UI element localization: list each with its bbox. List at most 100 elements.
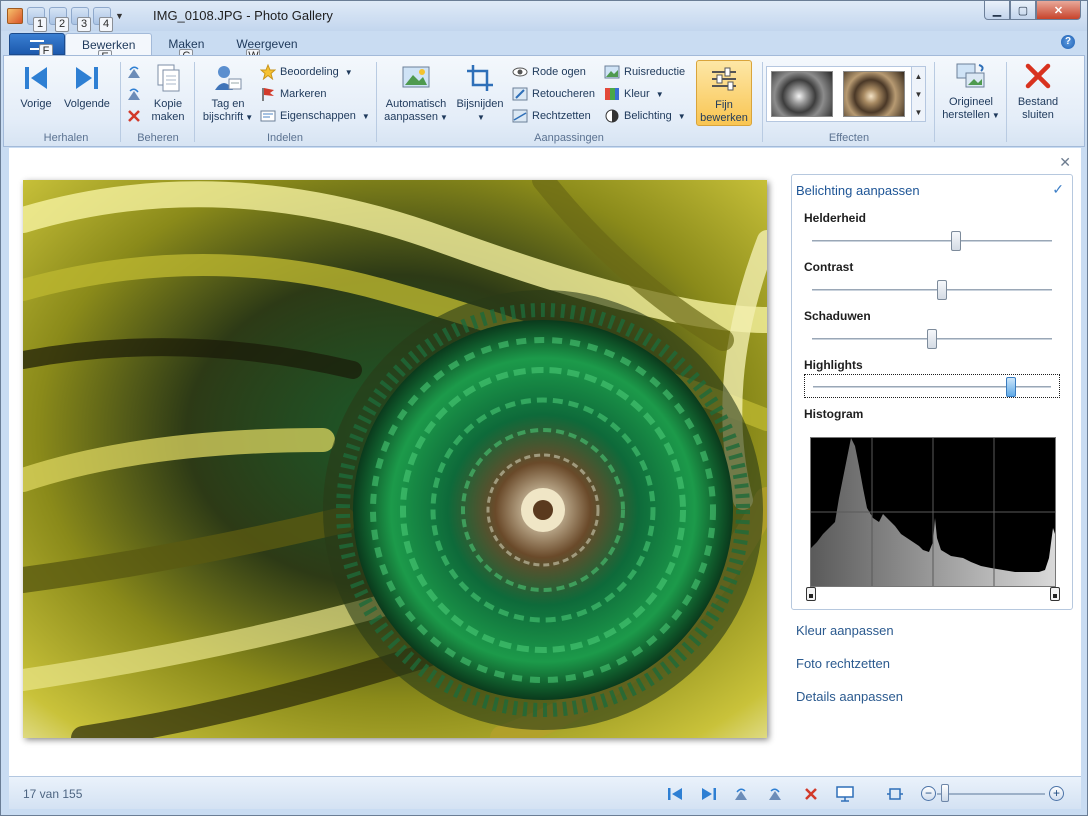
effect-sepia-thumbnail[interactable] bbox=[843, 71, 905, 117]
kopie-label-2: maken bbox=[151, 111, 185, 123]
photo-gallery-window: 1 2 3 4 ▼ IMG_0108.JPG - Photo Gallery ▁… bbox=[0, 0, 1088, 816]
delete-button[interactable] bbox=[126, 106, 142, 126]
delete-icon bbox=[126, 108, 142, 124]
volgende-button[interactable]: Volgende bbox=[60, 62, 114, 111]
group-label-indelen: Indelen bbox=[266, 132, 304, 144]
beoordeling-button[interactable]: Beoordeling ▼ bbox=[260, 62, 353, 82]
status-bar: 17 van 155 − + bbox=[9, 776, 1081, 809]
next-icon bbox=[71, 62, 103, 94]
gallery-expand-icon[interactable]: ▼ bbox=[915, 108, 923, 117]
rotate-right-icon bbox=[126, 86, 142, 102]
rotate-left-icon[interactable] bbox=[731, 784, 751, 804]
next-icon[interactable] bbox=[699, 784, 719, 804]
automatisch-aanpassen-button[interactable]: Automatisch aanpassen ▼ bbox=[382, 62, 450, 124]
scroll-up-icon[interactable]: ▲ bbox=[915, 72, 923, 81]
application-menu-button[interactable]: F bbox=[9, 33, 65, 59]
photo-viewer-image[interactable] bbox=[23, 180, 767, 738]
retoucheren-button[interactable]: Retoucheren bbox=[512, 84, 595, 104]
photo-position-text: 17 van 155 bbox=[23, 787, 83, 801]
auto-adjust-icon bbox=[400, 62, 432, 94]
zoom-slider-thumb[interactable] bbox=[941, 784, 949, 802]
tab-maken[interactable]: Maken C bbox=[152, 33, 220, 64]
zoom-slider-track[interactable] bbox=[937, 793, 1045, 795]
kleur-aanpassen-link[interactable]: Kleur aanpassen bbox=[796, 623, 894, 638]
bijsnijden-label: Bijsnijden bbox=[456, 98, 504, 110]
group-label-herhalen: Herhalen bbox=[43, 132, 89, 144]
kleur-button[interactable]: Kleur ▼ bbox=[604, 84, 664, 104]
delete-icon[interactable] bbox=[801, 784, 821, 804]
flag-icon bbox=[260, 86, 276, 102]
panel-title[interactable]: Belichting aanpassen bbox=[796, 183, 920, 198]
bijsnijden-button[interactable]: Bijsnijden ▼ bbox=[452, 62, 508, 124]
keytip-1: 1 bbox=[33, 17, 47, 32]
schaduwen-slider[interactable] bbox=[804, 327, 1060, 351]
slider-thumb[interactable] bbox=[1005, 377, 1016, 397]
zoom-in-icon[interactable]: + bbox=[1049, 786, 1064, 801]
group-beheren: Kopie maken Beheren bbox=[122, 58, 194, 146]
qat-button-4[interactable]: 4 bbox=[93, 7, 113, 32]
ruisreductie-button[interactable]: Ruisreductie bbox=[604, 62, 685, 82]
help-icon[interactable]: ? bbox=[1061, 35, 1075, 49]
tab-bewerken[interactable]: Bewerken E bbox=[65, 33, 153, 65]
close-icon[interactable]: ✕ bbox=[1036, 1, 1081, 20]
dropdown-arrow-icon: ▼ bbox=[477, 113, 485, 122]
group-indelen: Tag en bijschrift ▼ Beoordeling ▼ Markeren… bbox=[196, 58, 374, 146]
fijn-bewerken-button[interactable]: Fijn bewerken bbox=[696, 60, 752, 126]
highlights-slider[interactable] bbox=[804, 374, 1060, 398]
qat-button-2[interactable]: 2 bbox=[49, 7, 69, 32]
star-icon bbox=[260, 64, 276, 80]
rotate-left-button[interactable] bbox=[126, 62, 142, 82]
foto-rechtzetten-link[interactable]: Foto rechtzetten bbox=[796, 656, 890, 671]
properties-icon bbox=[260, 108, 276, 124]
zoom-out-icon[interactable]: − bbox=[921, 786, 936, 801]
actual-size-icon[interactable] bbox=[885, 784, 905, 804]
markeren-button[interactable]: Markeren bbox=[260, 84, 326, 104]
slideshow-icon[interactable] bbox=[835, 784, 855, 804]
qat-button-3[interactable]: 3 bbox=[71, 7, 91, 32]
maximize-icon[interactable]: ▢ bbox=[1010, 1, 1036, 20]
histogram-chart bbox=[810, 437, 1056, 587]
histogram-label: Histogram bbox=[804, 407, 864, 421]
kopie-maken-button[interactable]: Kopie maken bbox=[146, 62, 190, 124]
slider-thumb[interactable] bbox=[936, 280, 947, 300]
qat-button-1[interactable]: 1 bbox=[27, 7, 47, 32]
helderheid-slider[interactable] bbox=[804, 229, 1060, 253]
quick-access-toolbar: 1 2 3 4 ▼ bbox=[7, 6, 125, 32]
histogram-black-point-handle[interactable] bbox=[806, 587, 816, 601]
contrast-slider[interactable] bbox=[804, 278, 1060, 302]
close-panel-icon[interactable]: ✕ bbox=[1059, 154, 1071, 171]
effect-black-white-thumbnail[interactable] bbox=[771, 71, 833, 117]
fijn-label-1: Fijn bbox=[715, 99, 733, 111]
app-icon[interactable] bbox=[7, 8, 23, 24]
slider-thumb[interactable] bbox=[927, 329, 937, 349]
tag-en-bijschrift-button[interactable]: Tag en bijschrift ▼ bbox=[198, 62, 258, 124]
window-controls: ▁ ▢ ✕ bbox=[984, 1, 1081, 20]
histogram-white-point-handle[interactable] bbox=[1050, 587, 1060, 601]
exposure-icon bbox=[604, 108, 620, 124]
kleur-label: Kleur bbox=[624, 88, 650, 100]
tag-label-2: bijschrift bbox=[202, 111, 244, 123]
scroll-down-icon[interactable]: ▼ bbox=[915, 90, 923, 99]
markeren-label: Markeren bbox=[280, 88, 327, 100]
eigenschappen-button[interactable]: Eigenschappen ▼ bbox=[260, 106, 370, 126]
histogram-graph bbox=[811, 438, 1055, 586]
window-title: IMG_0108.JPG - Photo Gallery bbox=[153, 8, 333, 23]
effects-scroll[interactable]: ▲ ▼ ▼ bbox=[911, 67, 925, 121]
schaduwen-label: Schaduwen bbox=[804, 309, 871, 323]
qat-customize-icon[interactable]: ▼ bbox=[115, 11, 125, 21]
rechtzetten-button[interactable]: Rechtzetten bbox=[512, 106, 591, 126]
bestand-sluiten-button[interactable]: Bestand sluiten bbox=[1010, 60, 1066, 122]
previous-icon[interactable] bbox=[665, 784, 685, 804]
vorige-button[interactable]: Vorige bbox=[14, 62, 58, 111]
belichting-button[interactable]: Belichting ▼ bbox=[604, 106, 686, 126]
tab-weergeven[interactable]: Weergeven W bbox=[220, 33, 313, 64]
rotate-right-button[interactable] bbox=[126, 84, 142, 104]
details-aanpassen-link[interactable]: Details aanpassen bbox=[796, 689, 903, 704]
slider-thumb[interactable] bbox=[951, 231, 961, 251]
rotate-right-icon[interactable] bbox=[765, 784, 785, 804]
origineel-herstellen-button[interactable]: Origineel herstellen ▼ bbox=[938, 60, 1004, 122]
minimize-icon[interactable]: ▁ bbox=[984, 1, 1010, 20]
rode-ogen-button[interactable]: Rode ogen bbox=[512, 62, 586, 82]
revert-icon bbox=[955, 60, 987, 92]
auto-label-2: aanpassen bbox=[384, 111, 438, 123]
